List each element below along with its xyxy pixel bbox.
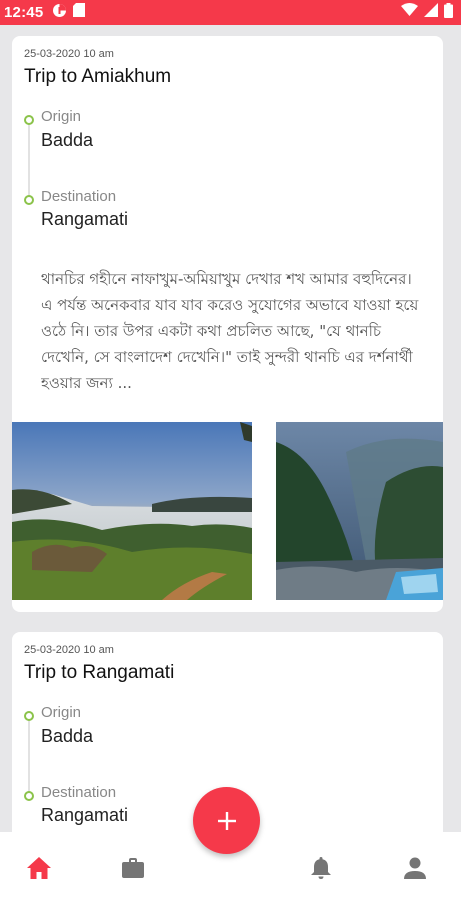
- status-time: 12:45: [4, 4, 44, 21]
- timeline-line: [28, 122, 30, 197]
- destination-label: Destination: [41, 784, 117, 801]
- data-saver-icon: [52, 3, 67, 23]
- home-icon[interactable]: [25, 854, 53, 882]
- profile-icon[interactable]: [401, 854, 429, 882]
- status-bar: 12:45: [0, 0, 461, 25]
- destination-value: Rangamati: [41, 805, 129, 825]
- timeline-line: [28, 718, 30, 793]
- destination-value: Rangamati: [41, 209, 129, 229]
- plus-icon: [217, 811, 236, 830]
- trip-card[interactable]: 25-03-2020 10 am Trip to Amiakhum Origin…: [12, 36, 443, 612]
- battery-icon: [444, 2, 453, 23]
- origin-dot-icon: [24, 711, 34, 721]
- sd-card-icon: [73, 3, 86, 22]
- trip-title: Trip to Amiakhum: [24, 66, 172, 87]
- signal-icon: [424, 3, 438, 22]
- bell-icon[interactable]: [307, 854, 335, 882]
- trip-description: থানচির গহীনে নাফাখুম-অমিয়াখুম দেখার শখ …: [41, 270, 419, 392]
- destination-label: Destination: [41, 188, 117, 205]
- briefcase-icon[interactable]: [119, 854, 147, 882]
- origin-label: Origin: [41, 704, 82, 721]
- wifi-icon: [401, 3, 418, 22]
- trip-date: 25-03-2020 10 am: [24, 644, 114, 656]
- route-timeline: Origin Badda Destination Rangamati: [24, 108, 424, 233]
- trip-title: Trip to Rangamati: [24, 662, 175, 683]
- origin-label: Origin: [41, 108, 82, 125]
- waterfall-forest-photo[interactable]: [276, 422, 443, 600]
- destination-dot-icon: [24, 791, 34, 801]
- destination-dot-icon: [24, 195, 34, 205]
- origin-value: Badda: [41, 130, 94, 150]
- add-trip-button[interactable]: [193, 787, 260, 854]
- trip-date: 25-03-2020 10 am: [24, 48, 114, 60]
- trip-feed[interactable]: 25-03-2020 10 am Trip to Amiakhum Origin…: [0, 25, 461, 832]
- sunrise-hills-photo[interactable]: [12, 422, 252, 600]
- origin-value: Badda: [41, 726, 94, 746]
- origin-dot-icon: [24, 115, 34, 125]
